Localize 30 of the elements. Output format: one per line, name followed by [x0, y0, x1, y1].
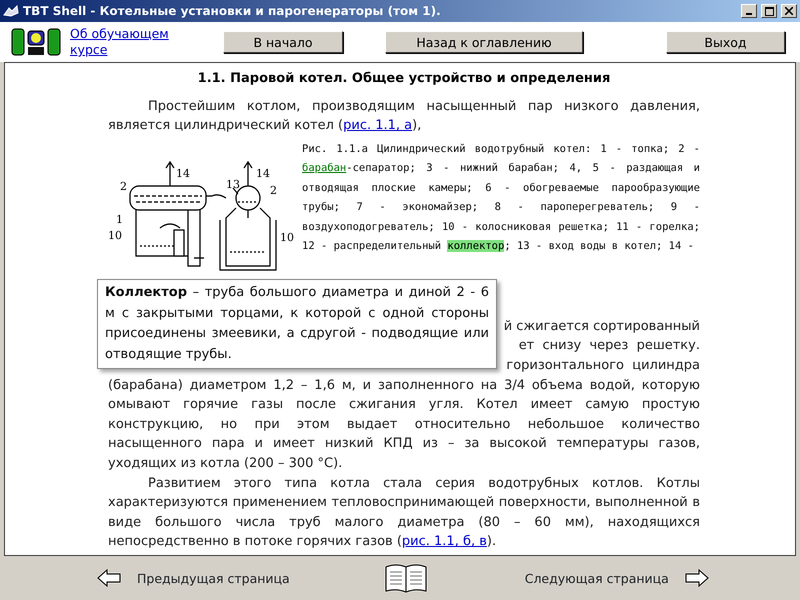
paragraph-fragment: ет снизу через решетку. — [518, 338, 700, 354]
home-button[interactable]: В начало — [223, 31, 343, 53]
exit-button[interactable]: Выход — [666, 31, 785, 53]
window-title: TBT Shell - Котельные установки и парогенераторы (том 1). — [23, 4, 442, 18]
term-tooltip: Коллектор – труба большого диаметра и диной 2 - 6 м с закрытыми торцами, к которой с одной стороны присоединены змеевики, а сдругой - подводящие или отводящие трубы. — [97, 279, 497, 369]
left-arrow-icon[interactable] — [97, 569, 121, 587]
close-button[interactable] — [781, 4, 797, 18]
maximize-button[interactable] — [761, 4, 777, 18]
about-course-link[interactable]: Об обучающем курсе — [70, 26, 185, 58]
next-page-link[interactable]: Следующая страница — [524, 570, 669, 586]
open-book-icon[interactable] — [385, 564, 426, 592]
figure-link[interactable]: рис. 1.1, б, в — [402, 534, 487, 550]
boiler-diagram-drawing: 14 2 1 10 14 13 2 10 — [108, 160, 294, 270]
paragraph: (барабана) диаметром 1,2 – 1,6 м, и заполненного на 3/4 объема водой, которую омывают горячие газы после сжигания угля. Котел имеет самую простую конструкцию, но при этом выдает относительно небольшое количество насыщенного пара и имеет низкий КПД из – за высокой температуры газов, уходящих из котла (200 – 300 °С). — [108, 376, 700, 473]
maximize-icon — [764, 6, 774, 16]
paragraph-fragment: горизонтального цилиндра — [506, 358, 700, 373]
paragraph: Развитием этого типа котла стала серия водотрубных котлов. Котлы характеризуются применением тепловоспринимающей поверхности, выполненной в виде большого числа труб малого диаметра (80 – 60 мм), находящихся непосредственно в потоке горячих газов (рис. 1.1, б, в). — [108, 474, 700, 552]
app-icon — [3, 5, 19, 17]
figure-link[interactable]: рис. 1.1, а — [343, 118, 412, 134]
contents-button[interactable]: Назад к оглавлению — [385, 31, 583, 53]
right-arrow-icon[interactable] — [684, 569, 709, 587]
close-icon — [785, 7, 793, 15]
logo-icon — [10, 27, 62, 57]
term-link[interactable]: барабан — [302, 162, 346, 174]
previous-page-link[interactable]: Предыдущая страница — [137, 570, 290, 586]
figure-caption: Рис. 1.1.а Цилиндрический водотрубный котел: 1 - топка; 2 - барабан-сепаратор; 3 - нижний барабан; 4, 5 - раздающая и отводящая плоские камеры; 6 - обогреваемые парообразующие трубы; 7 - экономайзер; 8 - пароперегреватель; 9 - воздухоподогреватель; 10 - колосниковая решетка; 11 - горелка; 12 - распределительный коллектор; 13 - вход воды в котел; 14 - — [301, 142, 700, 254]
page-heading: 1.1. Паровой котел. Общее устройство и определения — [196, 70, 612, 88]
paragraph: Простейшим котлом, производящим насыщенный пар низкого давления, является цилиндрический котел (рис. 1.1, а), — [108, 98, 700, 136]
minimize-button[interactable] — [741, 4, 757, 18]
paragraph-fragment: й сжигается сортированный — [504, 318, 700, 334]
